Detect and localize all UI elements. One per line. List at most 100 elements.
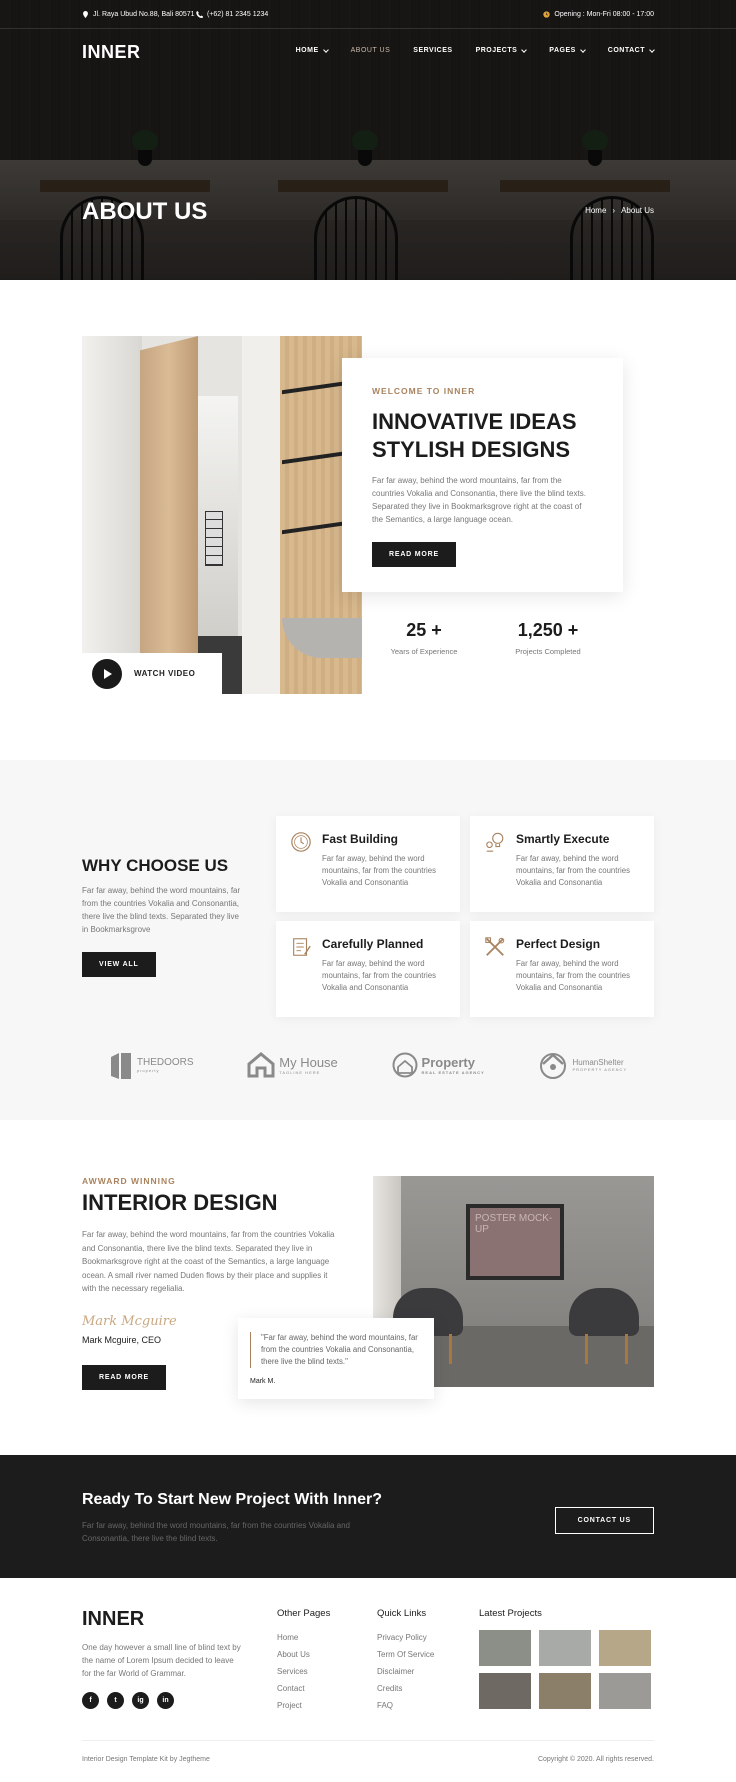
heading-line: INNOVATIVE IDEAS [372,409,577,434]
about-card: WELCOME TO INNER INNOVATIVE IDEAS STYLISH… [342,358,623,592]
testimonial-author: Mark M. [250,1378,276,1385]
chevron-down-icon [649,46,655,53]
nav-item-contact[interactable]: CONTACT [608,46,655,54]
logo-name: Property [421,1055,475,1070]
nav-item-pages[interactable]: PAGES [549,46,586,54]
read-more-button[interactable]: READ MORE [372,542,456,567]
page: Jl. Raya Ubud No.88, Bali 80571 (+62) 81… [0,0,736,1775]
watch-video-label: WATCH VIDEO [134,669,196,678]
chair-leg [585,1334,588,1364]
clock-icon [291,832,311,852]
topbar-phone[interactable]: (+62) 81 2345 1234 [196,11,268,18]
footer-description: One day however a small line of blind te… [82,1643,241,1678]
project-thumb[interactable] [539,1673,591,1709]
nav-menu: HOME ABOUT US SERVICES PROJECTS PAGES CO… [295,46,655,54]
footer-col-latest-projects: Latest Projects [479,1608,542,1619]
nav-item-projects[interactable]: PROJECTS [476,46,528,54]
why-intro: WHY CHOOSE US Far far away, behind the w… [82,856,247,977]
nav-item-about[interactable]: ABOUT US [351,47,391,54]
footer-col-title: Quick Links [377,1608,427,1619]
footer-link[interactable]: Home [277,1629,330,1646]
project-thumb[interactable] [599,1673,651,1709]
footer: INNER One day however a small line of bl… [0,1578,736,1775]
logo-myhouse: My House TAGLINE HERE [247,1052,338,1078]
photo-door [140,336,198,694]
footer-bottom: Interior Design Template Kit by Jegtheme… [82,1740,654,1763]
footer-col-title: Latest Projects [479,1608,542,1619]
project-thumb[interactable] [479,1673,531,1709]
cta-section: Ready To Start New Project With Inner? F… [0,1455,736,1578]
social-links: f t ig in [82,1692,174,1709]
footer-link[interactable]: Credits [377,1680,434,1697]
stat-value: 1,250 + [517,620,579,640]
logo-tagline: REAL ESTATE AGENCY [421,1070,485,1075]
twitter-icon[interactable]: t [107,1692,124,1709]
watch-video-button[interactable]: WATCH VIDEO [82,653,222,694]
project-thumb[interactable] [479,1630,531,1666]
facebook-icon[interactable]: f [82,1692,99,1709]
feature-text: Far far away, behind the word mountains,… [322,959,436,992]
clock-icon [543,11,551,18]
copyright-text: Copyright © 2020. All rights reserved. [537,1756,654,1763]
feature-card-fast-building: Fast Building Far far away, behind the w… [276,816,460,912]
shelter-icon [540,1053,567,1079]
main-nav: INNER HOME ABOUT US SERVICES PROJECTS PA… [0,29,736,74]
about-heading: INNOVATIVE IDEAS STYLISH DESIGNS [372,408,593,464]
footer-col-other-pages: Other Pages Home About Us Services Conta… [277,1608,330,1714]
logo-humanshelter: HumanShelter PROPERTY AGENCY [538,1050,627,1080]
plan-icon [293,938,311,956]
stat-label: Projects Completed [515,647,581,656]
testimonial-quote: "Far far away, behind the word mountains… [250,1332,422,1368]
topbar: Jl. Raya Ubud No.88, Bali 80571 (+62) 81… [0,0,736,29]
idea-icon [486,832,504,852]
address-text: Jl. Raya Ubud No.88, Bali 80571 [93,11,195,18]
footer-col-quick-links: Quick Links Privacy Policy Term Of Servi… [377,1608,434,1714]
about-body: Far far away, behind the word mountains,… [372,476,586,524]
nav-item-services[interactable]: SERVICES [413,47,452,54]
read-more-button[interactable]: READ MORE [82,1364,166,1390]
interior-section: AWWARD WINNING INTERIOR DESIGN Far far a… [0,1120,736,1455]
footer-link[interactable]: Contact [277,1680,330,1697]
interior-body: Far far away, behind the word mountains,… [82,1230,335,1293]
play-icon [92,658,122,689]
instagram-icon[interactable]: ig [132,1692,149,1709]
breadcrumb-home[interactable]: Home [585,206,606,215]
footer-link[interactable]: Services [277,1663,330,1680]
site-logo[interactable]: INNER [82,42,141,63]
logo-name: My House [279,1055,338,1070]
view-all-button[interactable]: VIEW ALL [82,952,156,977]
topbar-address: Jl. Raya Ubud No.88, Bali 80571 [82,11,195,18]
property-icon [392,1052,418,1078]
client-logos: THEDOORS property My House TAGLINE HERE Pr… [82,1050,654,1080]
location-pin-icon [83,11,88,18]
logo-name: HumanShelter [572,1058,624,1067]
stat-projects: 1,250 + Projects Completed [506,620,590,656]
nav-label: PAGES [549,47,576,54]
topbar-hours: Opening : Mon-Fri 08:00 - 17:00 [543,11,654,18]
footer-logo[interactable]: INNER [82,1608,144,1631]
house-icon [247,1052,275,1078]
footer-link[interactable]: Project [277,1697,330,1714]
footer-link[interactable]: Term Of Service [377,1646,434,1663]
footer-link[interactable]: Privacy Policy [377,1629,434,1646]
chevron-down-icon [521,46,528,53]
contact-us-button[interactable]: CONTACT US [554,1507,654,1534]
stats: 25 + Years of Experience 1,250 + Project… [382,620,590,656]
photo-wall [242,336,280,694]
feature-title: Smartly Execute [516,832,610,846]
photo-wall [82,336,142,694]
linkedin-icon[interactable]: in [157,1692,174,1709]
hallway-photo [82,336,362,694]
stat-label: Years of Experience [390,647,458,656]
footer-link[interactable]: FAQ [377,1697,434,1714]
footer-link[interactable]: Disclaimer [377,1663,434,1680]
nav-item-home[interactable]: HOME [295,46,329,54]
logo-tagline: PROPERTY AGENCY [572,1067,628,1072]
footer-link[interactable]: About Us [277,1646,330,1663]
project-thumb[interactable] [599,1630,651,1666]
heading-line: STYLISH DESIGNS [372,437,571,462]
footer-col-title: Other Pages [277,1608,331,1619]
why-body: Far far away, behind the word mountains,… [82,886,241,934]
project-thumb[interactable] [539,1630,591,1666]
nav-label: HOME [295,47,319,54]
